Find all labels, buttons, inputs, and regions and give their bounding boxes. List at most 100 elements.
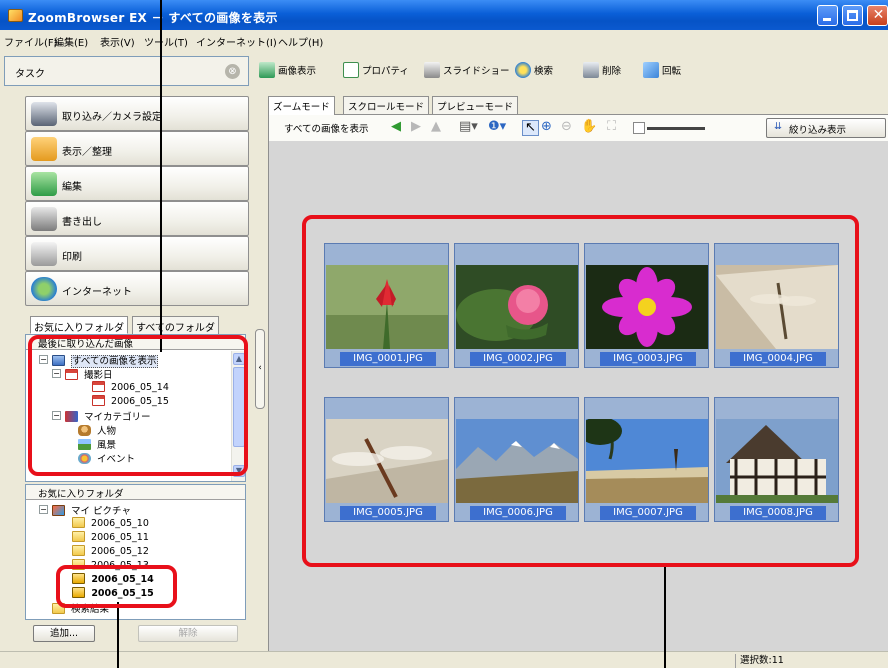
view-toolbar: すべての画像を表示 ◀ ▶ ▲ ▤▾ ❶▾ ↖ ⊕ ⊖ ✋ ⛶ ⇊ 絞り込み表示 (268, 114, 888, 141)
back-arrow-icon[interactable]: ◀ (391, 120, 401, 134)
image-view-button[interactable]: 画像表示 (259, 62, 316, 80)
tree-label: マイ ピクチャ (71, 506, 131, 517)
select-arrow-icon[interactable]: ↖ (522, 120, 539, 136)
status-bar: 選択数:11 (0, 651, 888, 668)
toolbar-label: 画像表示 (278, 66, 317, 77)
close-button[interactable]: ✕ (867, 5, 888, 26)
toolbar-label: 検索 (534, 66, 554, 77)
trash-icon (583, 62, 599, 78)
collapse-task-icon[interactable]: ⊗ (225, 64, 240, 79)
annotation-recent-tree (28, 335, 248, 476)
tree-item-folder-0512[interactable]: 2006_05_12 (72, 545, 149, 558)
info-icon[interactable]: ❶▾ (488, 120, 506, 134)
menu-file[interactable]: ファイル(F) (4, 34, 58, 49)
task-button-view-organize[interactable]: 表示／整理 (25, 131, 249, 166)
tree-item-folder-0510[interactable]: 2006_05_10 (72, 517, 149, 530)
task-label: 書き出し (62, 217, 102, 228)
maximize-button[interactable] (842, 5, 863, 26)
annotation-import-folders (56, 565, 177, 608)
folder-tabs: お気に入りフォルダ すべてのフォルダ (25, 316, 249, 334)
slideshow-icon (424, 62, 440, 78)
maximize-icon (847, 10, 858, 21)
menu-internet[interactable]: インターネット(I) (196, 34, 277, 49)
minimize-button[interactable] (817, 5, 838, 26)
task-panel-header[interactable]: タスク ⊗ (4, 56, 249, 86)
task-label: インターネット (62, 287, 132, 298)
printer-icon (31, 242, 57, 266)
folder-icon (72, 517, 85, 528)
filter-view-label: 絞り込み表示 (789, 125, 847, 136)
window-title: ZoomBrowser EX － すべての画像を表示 (28, 11, 278, 25)
up-arrow-icon[interactable]: ▲ (431, 120, 441, 134)
tree-label: 2006_05_10 (91, 518, 149, 529)
thumbnail-size-slider[interactable] (647, 127, 705, 130)
callout-line-top (160, 0, 162, 352)
task-label: 取り込み／カメラ設定 (62, 112, 162, 123)
zoom-in-icon[interactable]: ⊕ (541, 120, 552, 134)
sort-icon[interactable]: ▤▾ (459, 120, 478, 134)
close-icon: ✕ (872, 7, 885, 23)
properties-icon (343, 62, 359, 78)
folder-icon (72, 545, 85, 556)
minimize-icon (823, 18, 831, 21)
task-button-export[interactable]: 書き出し (25, 201, 249, 236)
current-view-title: すべての画像を表示 (284, 124, 369, 135)
collapse-panel-button[interactable]: ‹ (255, 329, 265, 409)
toolbar-label: 回転 (662, 66, 682, 77)
rotate-icon (643, 62, 659, 78)
tab-all-folders[interactable]: すべてのフォルダ (132, 316, 219, 334)
tab-scroll-mode[interactable]: スクロールモード (343, 96, 430, 114)
menu-bar: ファイル(F) 編集(E) 表示(V) ツール(T) インターネット(I) ヘル… (0, 30, 888, 50)
tab-favorite-folders[interactable]: お気に入りフォルダ (30, 316, 128, 334)
annotation-thumbnail-grid (302, 215, 859, 567)
task-label: 印刷 (62, 252, 82, 263)
menu-view[interactable]: 表示(V) (100, 34, 135, 49)
camera-icon (31, 102, 57, 126)
toolbar-label: 削除 (602, 66, 622, 77)
tree-item-folder-0511[interactable]: 2006_05_11 (72, 531, 149, 544)
filter-icon: ⇊ (774, 121, 782, 132)
task-label: 編集 (62, 182, 82, 193)
selected-count: 選択数:11 (735, 654, 885, 668)
menu-edit[interactable]: 編集(E) (54, 34, 88, 49)
delete-button[interactable]: 削除 (583, 62, 621, 80)
task-button-internet[interactable]: インターネット (25, 271, 249, 306)
tab-zoom-mode[interactable]: ズームモード (268, 96, 335, 115)
search-button[interactable]: 検索 (515, 62, 553, 80)
task-panel-title: タスク (15, 69, 45, 80)
thumb-size-small-icon (633, 122, 645, 134)
properties-button[interactable]: プロパティ (343, 62, 409, 80)
toolbar-label: プロパティ (362, 66, 409, 77)
forward-arrow-icon[interactable]: ▶ (411, 120, 421, 134)
menu-tools[interactable]: ツール(T) (144, 34, 188, 49)
title-bar: ZoomBrowser EX － すべての画像を表示 ✕ (0, 0, 888, 30)
zoombrowser-window: ZoomBrowser EX － すべての画像を表示 ✕ ファイル(F) 編集(… (0, 0, 888, 668)
app-icon (8, 9, 23, 22)
hand-pan-icon[interactable]: ✋ (581, 120, 597, 134)
task-label: 表示／整理 (62, 147, 112, 158)
collapse-toggle-icon[interactable]: − (39, 505, 48, 514)
tree-label: 2006_05_12 (91, 546, 149, 557)
edit-photo-icon (31, 172, 57, 196)
folder-icon (31, 137, 57, 161)
add-favorite-button[interactable]: 追加... (33, 625, 95, 642)
favorite-folders-header: お気に入りフォルダ (26, 485, 245, 500)
zoom-out-icon[interactable]: ⊖ (561, 120, 572, 134)
tab-preview-mode[interactable]: プレビューモード (432, 96, 519, 114)
fit-window-icon[interactable]: ⛶ (607, 120, 616, 134)
toolbar-label: スライドショー (443, 66, 510, 77)
callout-line-bottom-left (117, 602, 119, 668)
search-icon (515, 62, 531, 78)
tree-item-my-pictures[interactable]: − マイ ピクチャ (39, 503, 131, 517)
callout-line-bottom-right (664, 566, 666, 668)
tree-label: 2006_05_11 (91, 532, 149, 543)
task-button-print[interactable]: 印刷 (25, 236, 249, 271)
folder-icon (72, 531, 85, 542)
task-button-edit[interactable]: 編集 (25, 166, 249, 201)
remove-favorite-button[interactable]: 解除 (138, 625, 238, 642)
rotate-button[interactable]: 回転 (643, 62, 681, 80)
menu-help[interactable]: ヘルプ(H) (278, 34, 323, 49)
slideshow-button[interactable]: スライドショー (424, 62, 510, 80)
task-button-import[interactable]: 取り込み／カメラ設定 (25, 96, 249, 131)
internet-globe-icon (31, 277, 57, 301)
